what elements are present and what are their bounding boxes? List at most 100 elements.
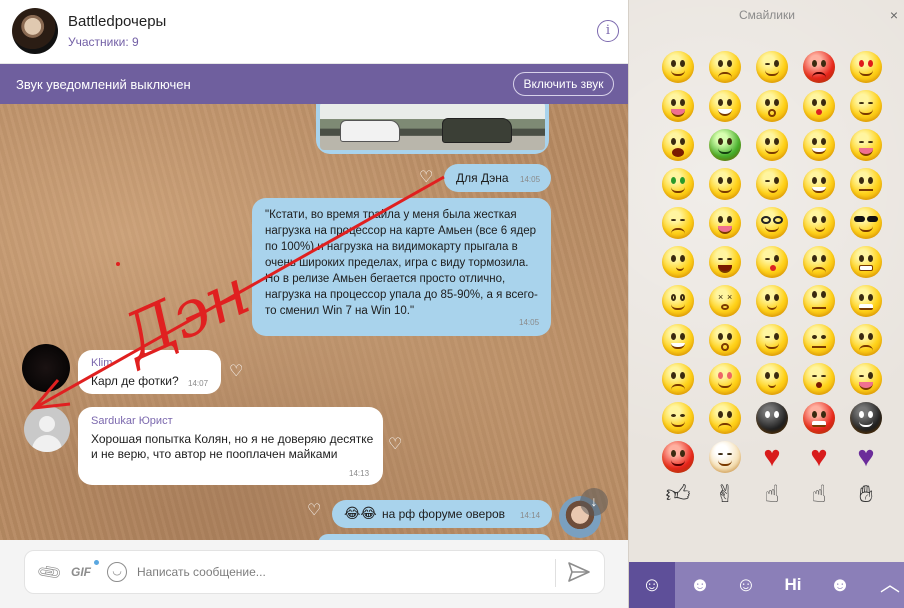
heart-eyes-emoji-icon[interactable] (850, 51, 882, 83)
gif-button[interactable]: GIF (71, 565, 91, 579)
smiley-tab[interactable]: ☺︎ (629, 562, 675, 608)
enable-sound-button[interactable]: Включить звук (513, 72, 614, 96)
monster-tab[interactable]: ☺︎ (723, 562, 769, 608)
purple-heart-icon[interactable]: ♥ (850, 441, 882, 473)
x-eyes-emoji-icon[interactable]: × × (709, 285, 741, 317)
pointing-up-icon[interactable]: ☝︎ (756, 480, 788, 512)
avatar[interactable] (24, 406, 70, 452)
notification-bar: Звук уведомлений выключен Включить звук (0, 64, 628, 104)
victory-hand-icon[interactable]: ✌︎ (709, 480, 741, 512)
photo-message[interactable] (316, 104, 549, 154)
avatar[interactable] (22, 344, 70, 392)
message-bubble[interactable]: Для Дэна 14:05 (444, 164, 551, 192)
chat-area[interactable]: ♡ Для Дэна 14:05 "Кстати, во время трайл… (0, 104, 628, 540)
nerd-glasses-emoji-icon[interactable] (756, 207, 788, 239)
furious-emoji-icon[interactable] (850, 285, 882, 317)
group-avatar[interactable] (12, 8, 58, 54)
mad-emoji-icon[interactable] (709, 402, 741, 434)
winking-emoji-icon[interactable] (756, 51, 788, 83)
emoji-icon[interactable]: ◡ (107, 562, 127, 582)
tongue-wink-emoji-icon[interactable] (850, 363, 882, 395)
side-eye-emoji-icon[interactable] (803, 207, 835, 239)
rage-emoji-icon[interactable] (803, 402, 835, 434)
kiss-emoji-icon[interactable] (803, 90, 835, 122)
info-icon[interactable]: i (597, 20, 619, 42)
flower-emoji-icon[interactable] (709, 168, 741, 200)
smirk-emoji-icon[interactable] (756, 168, 788, 200)
wink-smile-emoji-icon[interactable] (756, 324, 788, 356)
devil-emoji-icon[interactable] (662, 441, 694, 473)
message-bubble[interactable]: Sardukar Юрист Хорошая попытка Колян, но… (78, 407, 383, 485)
calm-emoji-icon[interactable] (756, 363, 788, 395)
laughing-emoji-icon[interactable] (709, 246, 741, 278)
singing-emoji-icon[interactable] (803, 363, 835, 395)
shocked-emoji-icon[interactable] (756, 90, 788, 122)
star-struck-emoji-icon[interactable] (709, 363, 741, 395)
message-bubble[interactable]: Klim Карл де фотки? 14:07 (78, 350, 221, 394)
crazy-emoji-icon[interactable] (709, 207, 741, 239)
grin-emoji-icon[interactable] (803, 168, 835, 200)
cat-tab[interactable]: ☻︎ (677, 562, 723, 608)
frowning-emoji-icon[interactable] (662, 363, 694, 395)
annotation-dot (116, 262, 120, 266)
thinking-emoji-icon[interactable] (662, 246, 694, 278)
message-time: 14:07 (188, 379, 209, 388)
angry-emoji-icon[interactable] (803, 51, 835, 83)
chevron-up-icon[interactable]: ︿ (875, 562, 904, 608)
smug-emoji-icon[interactable] (662, 402, 694, 434)
skeptical-emoji-icon[interactable] (850, 324, 882, 356)
unamused-emoji-icon[interactable] (803, 324, 835, 356)
dizzy-emoji-icon[interactable] (662, 285, 694, 317)
attach-icon[interactable]: 📎︎ (35, 559, 64, 588)
neutral-emoji-icon[interactable] (850, 168, 882, 200)
blowing-kiss-emoji-icon[interactable] (756, 246, 788, 278)
sunglasses-emoji-icon[interactable] (850, 207, 882, 239)
sad-emoji-icon[interactable] (709, 51, 741, 83)
sender-name[interactable]: Sardukar Юрист (91, 415, 173, 427)
scroll-down-icon[interactable]: ↓ (580, 488, 608, 516)
scared-emoji-icon[interactable] (662, 324, 694, 356)
send-icon[interactable] (567, 561, 591, 583)
content-emoji-icon[interactable] (850, 90, 882, 122)
slight-smile-emoji-icon[interactable] (756, 285, 788, 317)
worried-emoji-icon[interactable] (803, 246, 835, 278)
pointing-hand-icon[interactable]: ☝︎ (803, 480, 835, 512)
message-text: Карл де фотки? (91, 374, 179, 388)
sick-emoji-icon[interactable] (709, 129, 741, 161)
black-cat-emoji-icon[interactable] (850, 402, 882, 434)
close-icon[interactable]: × (890, 7, 898, 23)
message-bubble[interactable]: "Кстати, во время трайла у меня была жес… (252, 198, 551, 336)
grinning-emoji-icon[interactable] (709, 90, 741, 122)
ninja-emoji-icon[interactable] (756, 402, 788, 434)
hi-tab[interactable]: Hi (770, 562, 816, 608)
disappointed-emoji-icon[interactable] (662, 207, 694, 239)
message-input[interactable] (137, 557, 537, 587)
red-heart-icon[interactable]: ♥ (756, 441, 788, 473)
thumbs-up-icon[interactable]: 👍︎ (662, 480, 694, 512)
money-emoji-icon[interactable] (662, 168, 694, 200)
rolling-eyes-emoji-icon[interactable] (803, 285, 835, 317)
screaming-emoji-icon[interactable] (662, 129, 694, 161)
waving-hand-icon[interactable]: ✋︎ (850, 480, 882, 512)
teeth-grin-emoji-icon[interactable] (803, 129, 835, 161)
photo-image[interactable] (320, 104, 545, 150)
smiling-emoji-icon[interactable] (662, 51, 694, 83)
character-tab[interactable]: ☻︎ (817, 562, 863, 608)
message-text: на рф форуме оверов (382, 507, 506, 521)
sender-name[interactable]: Klim (91, 357, 112, 369)
gif-indicator-dot (94, 560, 99, 565)
grimace-emoji-icon[interactable] (850, 246, 882, 278)
relieved-emoji-icon[interactable] (756, 129, 788, 161)
like-heart-icon[interactable]: ♡ (388, 437, 402, 453)
like-heart-icon[interactable]: ♡ (307, 503, 321, 519)
tongue-emoji-icon[interactable] (662, 90, 694, 122)
message-bubble[interactable]: 😂😂 на рф форуме оверов 14:14 (332, 500, 552, 528)
surprised-emoji-icon[interactable] (709, 324, 741, 356)
like-heart-icon[interactable]: ♡ (229, 364, 243, 380)
tongue-out-emoji-icon[interactable] (850, 129, 882, 161)
chat-title[interactable]: Battledрочеры (68, 13, 166, 30)
like-heart-icon[interactable]: ♡ (419, 170, 433, 186)
broken-heart-icon[interactable]: ♥ (803, 441, 835, 473)
participants-count[interactable]: Участники: 9 (68, 35, 139, 49)
angel-emoji-icon[interactable] (709, 441, 741, 473)
